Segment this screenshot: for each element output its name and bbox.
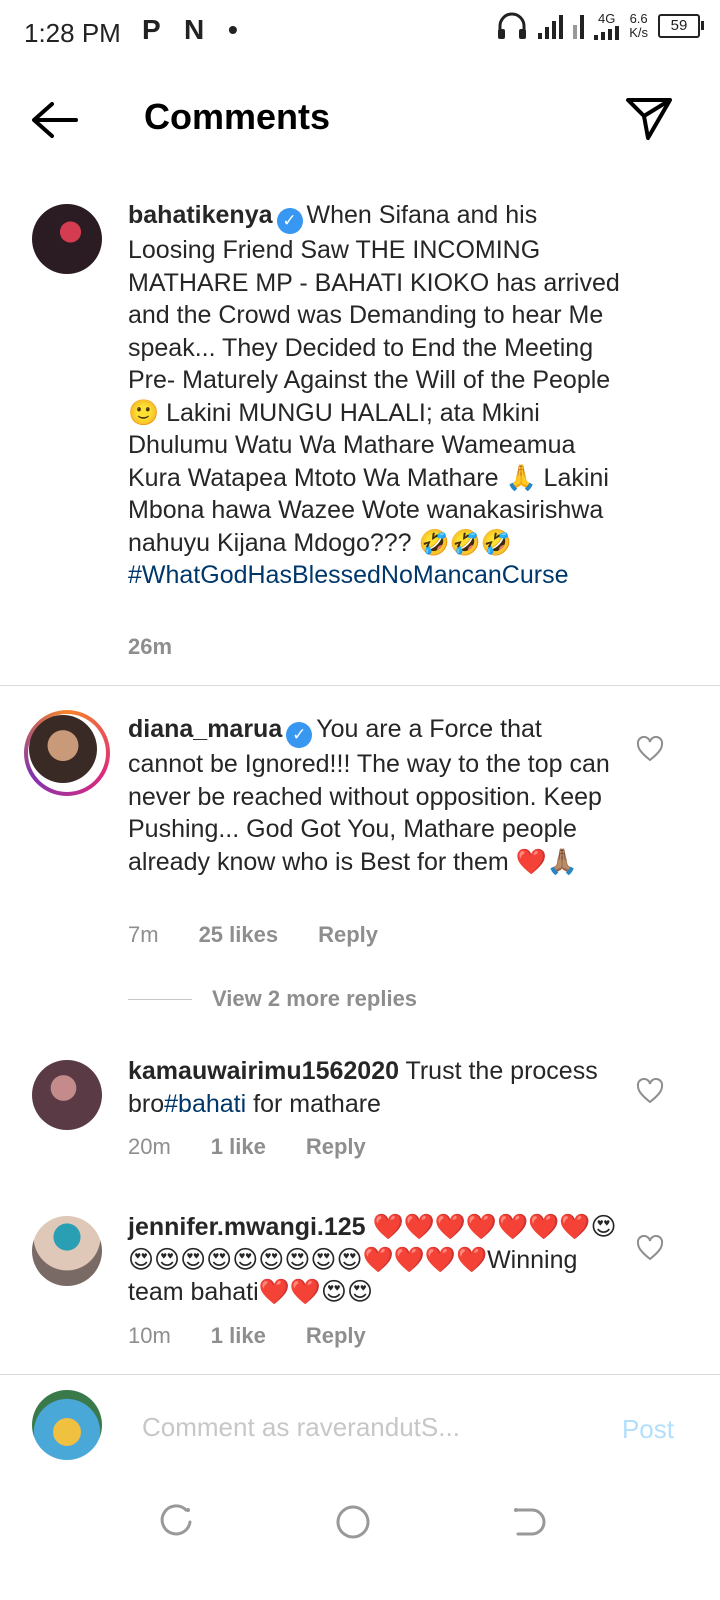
home-icon[interactable]: [333, 1502, 373, 1542]
avatar[interactable]: [32, 1216, 102, 1286]
comment-meta: 7m 25 likes Reply: [128, 922, 378, 948]
username[interactable]: diana_marua: [128, 715, 282, 743]
status-right: 4G 6.6 K/s 59: [496, 11, 704, 40]
post-button[interactable]: Post: [622, 1414, 674, 1445]
my-avatar: [32, 1390, 102, 1460]
timestamp: 7m: [128, 922, 159, 947]
header: Comments: [0, 80, 720, 158]
divider: [0, 685, 720, 686]
divider: [0, 1374, 720, 1375]
reply-button[interactable]: Reply: [306, 1134, 366, 1160]
timestamp: 10m: [128, 1323, 171, 1348]
timestamp: 26m: [128, 634, 173, 659]
caption-meta: 26m: [128, 634, 172, 660]
caption-body: When Sifana and his Loosing Friend Saw T…: [128, 201, 620, 557]
timestamp: 20m: [128, 1134, 171, 1159]
username[interactable]: kamauwairimu1562020: [128, 1057, 399, 1085]
battery-icon: 59: [658, 14, 704, 38]
comment-text: kamauwairimu1562020 Trust the process br…: [128, 1055, 618, 1120]
verified-badge-icon: ✓: [276, 208, 303, 234]
system-nav-bar: [0, 1480, 720, 1600]
status-bar: 1:28 PM P N • 4G 6.6 K/s 59: [0, 0, 720, 66]
avatar[interactable]: [32, 204, 102, 274]
reply-button[interactable]: Reply: [318, 922, 378, 948]
likes-count[interactable]: 25 likes: [199, 922, 279, 948]
hashtag-link[interactable]: #bahati: [164, 1090, 246, 1118]
view-replies-button[interactable]: View 2 more replies: [128, 986, 417, 1012]
recent-apps-icon[interactable]: [156, 1502, 196, 1542]
paper-plane-icon[interactable]: [624, 94, 674, 142]
back-arrow-icon[interactable]: [28, 98, 80, 142]
page-title: Comments: [144, 96, 331, 137]
avatar[interactable]: [29, 715, 97, 783]
comment-text: jennifer.mwangi.125 ❤️❤️❤️❤️❤️❤️❤️😍😍😍😍😍😍…: [128, 1211, 618, 1309]
notification-icons: P N •: [142, 14, 246, 45]
comment-meta: 10m 1 like Reply: [128, 1323, 366, 1349]
verified-badge-icon: ✓: [286, 722, 313, 748]
status-time: 1:28 PM: [24, 18, 121, 48]
back-nav-icon[interactable]: [508, 1502, 548, 1542]
likes-count[interactable]: 1 like: [211, 1134, 266, 1160]
avatar[interactable]: [32, 1060, 102, 1130]
signal-icon-2: [573, 13, 585, 39]
reply-button[interactable]: Reply: [306, 1323, 366, 1349]
story-ring[interactable]: [24, 710, 110, 796]
heart-icon[interactable]: [636, 1078, 664, 1104]
heart-icon[interactable]: [636, 1235, 664, 1261]
hashtag-link[interactable]: #WhatGodHasBlessedNoMancanCurse: [128, 561, 569, 589]
comment-input[interactable]: [140, 1404, 584, 1450]
comment-meta: 20m 1 like Reply: [128, 1134, 366, 1160]
signal-icon: [538, 13, 564, 39]
headphones-icon: [498, 12, 527, 39]
likes-count[interactable]: 1 like: [211, 1323, 266, 1349]
caption-text: bahatikenya ✓ When Sifana and his Loosing …: [128, 199, 628, 592]
comment-composer: Post: [0, 1384, 720, 1474]
comment-text: diana_marua ✓ You are a Force that cannot …: [128, 713, 618, 878]
username[interactable]: bahatikenya: [128, 201, 273, 229]
heart-icon[interactable]: [636, 736, 664, 762]
replies-line: [128, 998, 192, 1000]
network-type: 4G: [594, 12, 620, 40]
comment-body-end: for mathare: [246, 1089, 381, 1118]
network-speed: 6.6 K/s: [629, 11, 648, 40]
view-replies-label: View 2 more replies: [212, 986, 418, 1011]
username[interactable]: jennifer.mwangi.125: [128, 1213, 366, 1241]
